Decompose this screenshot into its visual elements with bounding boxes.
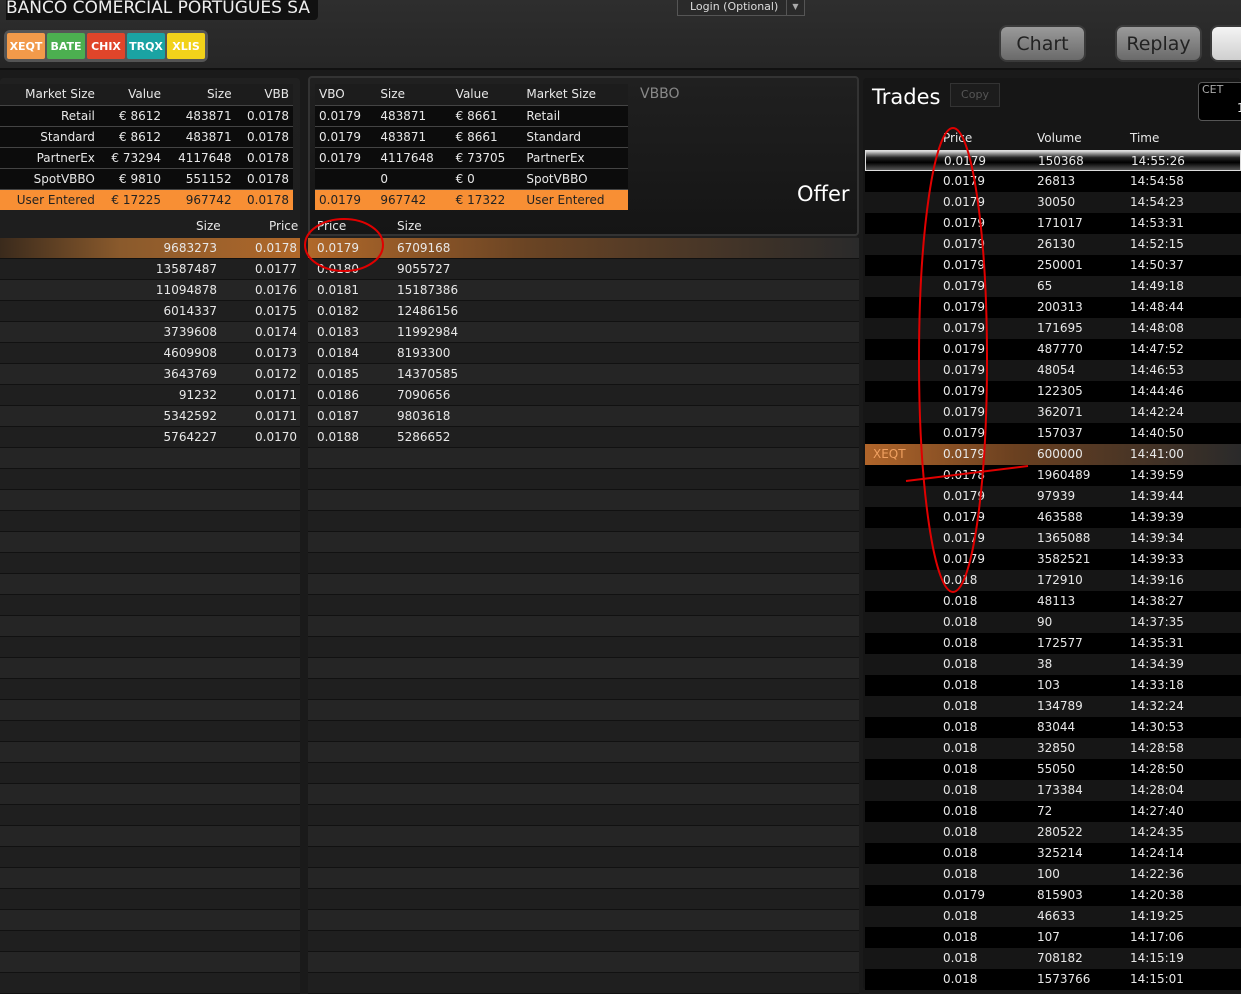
annotation-ellipse-trade-prices <box>918 127 988 593</box>
annotation-overlay <box>304 127 1029 593</box>
annotation-circle-offer-price <box>304 218 384 272</box>
annotation-line <box>905 465 1029 482</box>
